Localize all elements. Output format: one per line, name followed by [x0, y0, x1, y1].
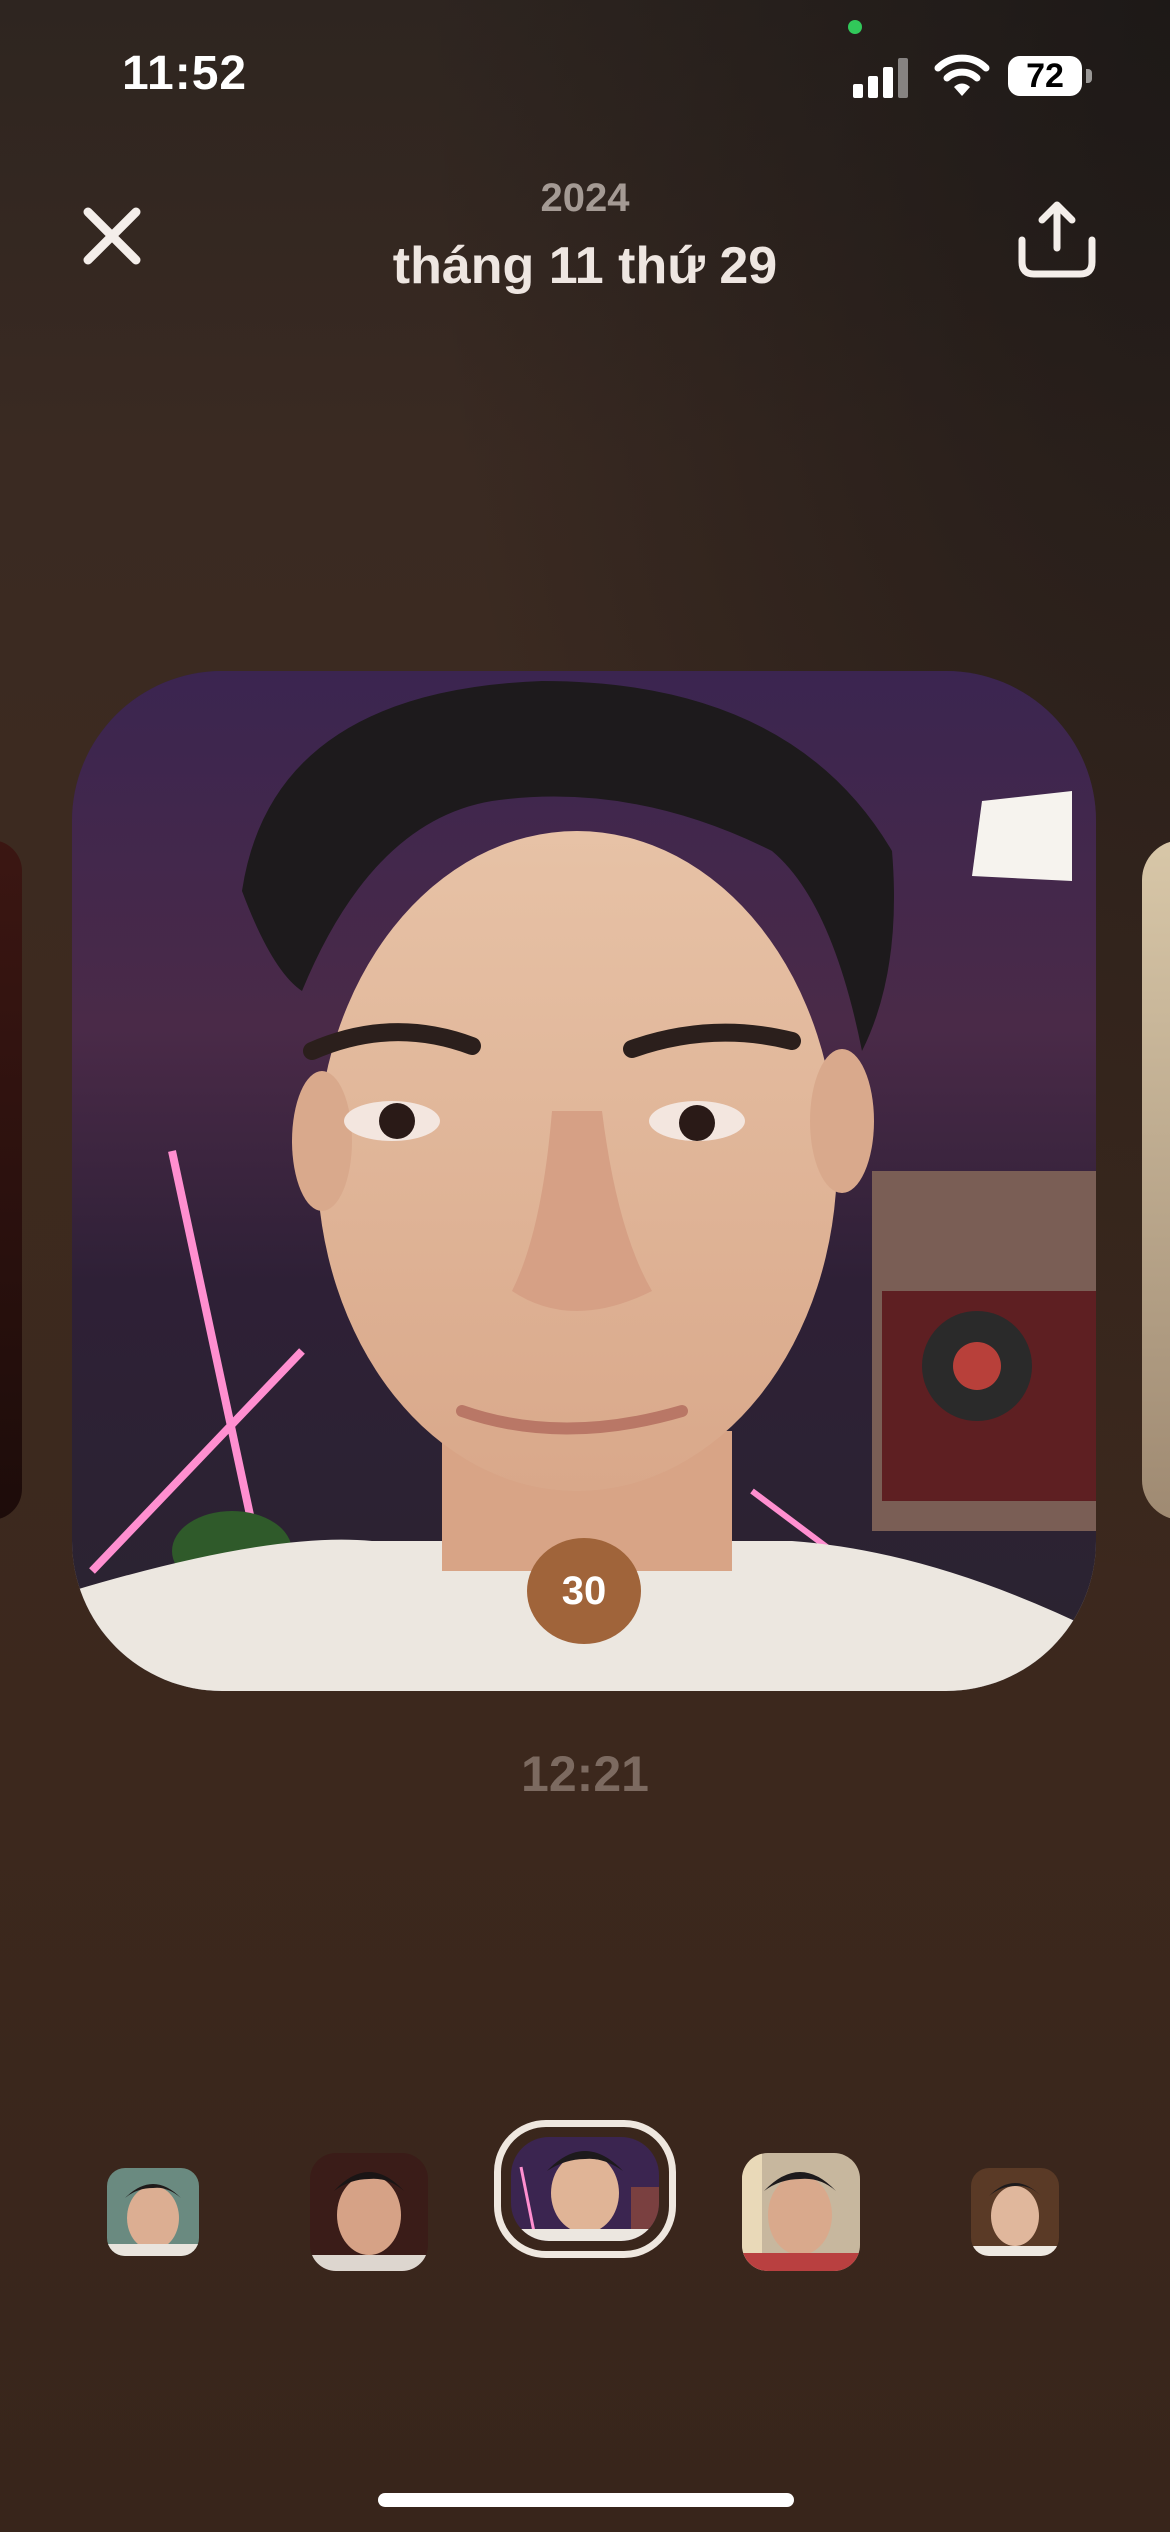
- battery-icon: 72: [1008, 56, 1082, 96]
- cellular-signal-icon: [853, 58, 908, 98]
- year-label: 2024: [540, 176, 630, 220]
- thumbnail-4[interactable]: [742, 2153, 860, 2271]
- thumbnail-5[interactable]: [971, 2168, 1059, 2256]
- home-indicator[interactable]: [378, 2493, 794, 2507]
- previous-photo-card[interactable]: [0, 840, 22, 1520]
- wifi-icon: [934, 54, 990, 96]
- share-button[interactable]: [1012, 196, 1102, 286]
- thumbnail-1[interactable]: [107, 2168, 199, 2256]
- day-badge: 30: [527, 1538, 641, 1644]
- privacy-indicator-dot: [848, 20, 862, 34]
- status-time: 11:52: [122, 47, 248, 100]
- selected-thumbnail-ring: [494, 2120, 676, 2258]
- battery-cap: [1086, 69, 1092, 83]
- date-title: tháng 11 thứ 29: [392, 237, 778, 295]
- next-photo-card[interactable]: [1142, 840, 1170, 1520]
- thumbnail-2[interactable]: [310, 2153, 428, 2271]
- photo-time: 12:21: [521, 1746, 649, 1802]
- screen: 11:52 72 2024 tháng 11 thứ 29 30 12:21: [0, 0, 1170, 2532]
